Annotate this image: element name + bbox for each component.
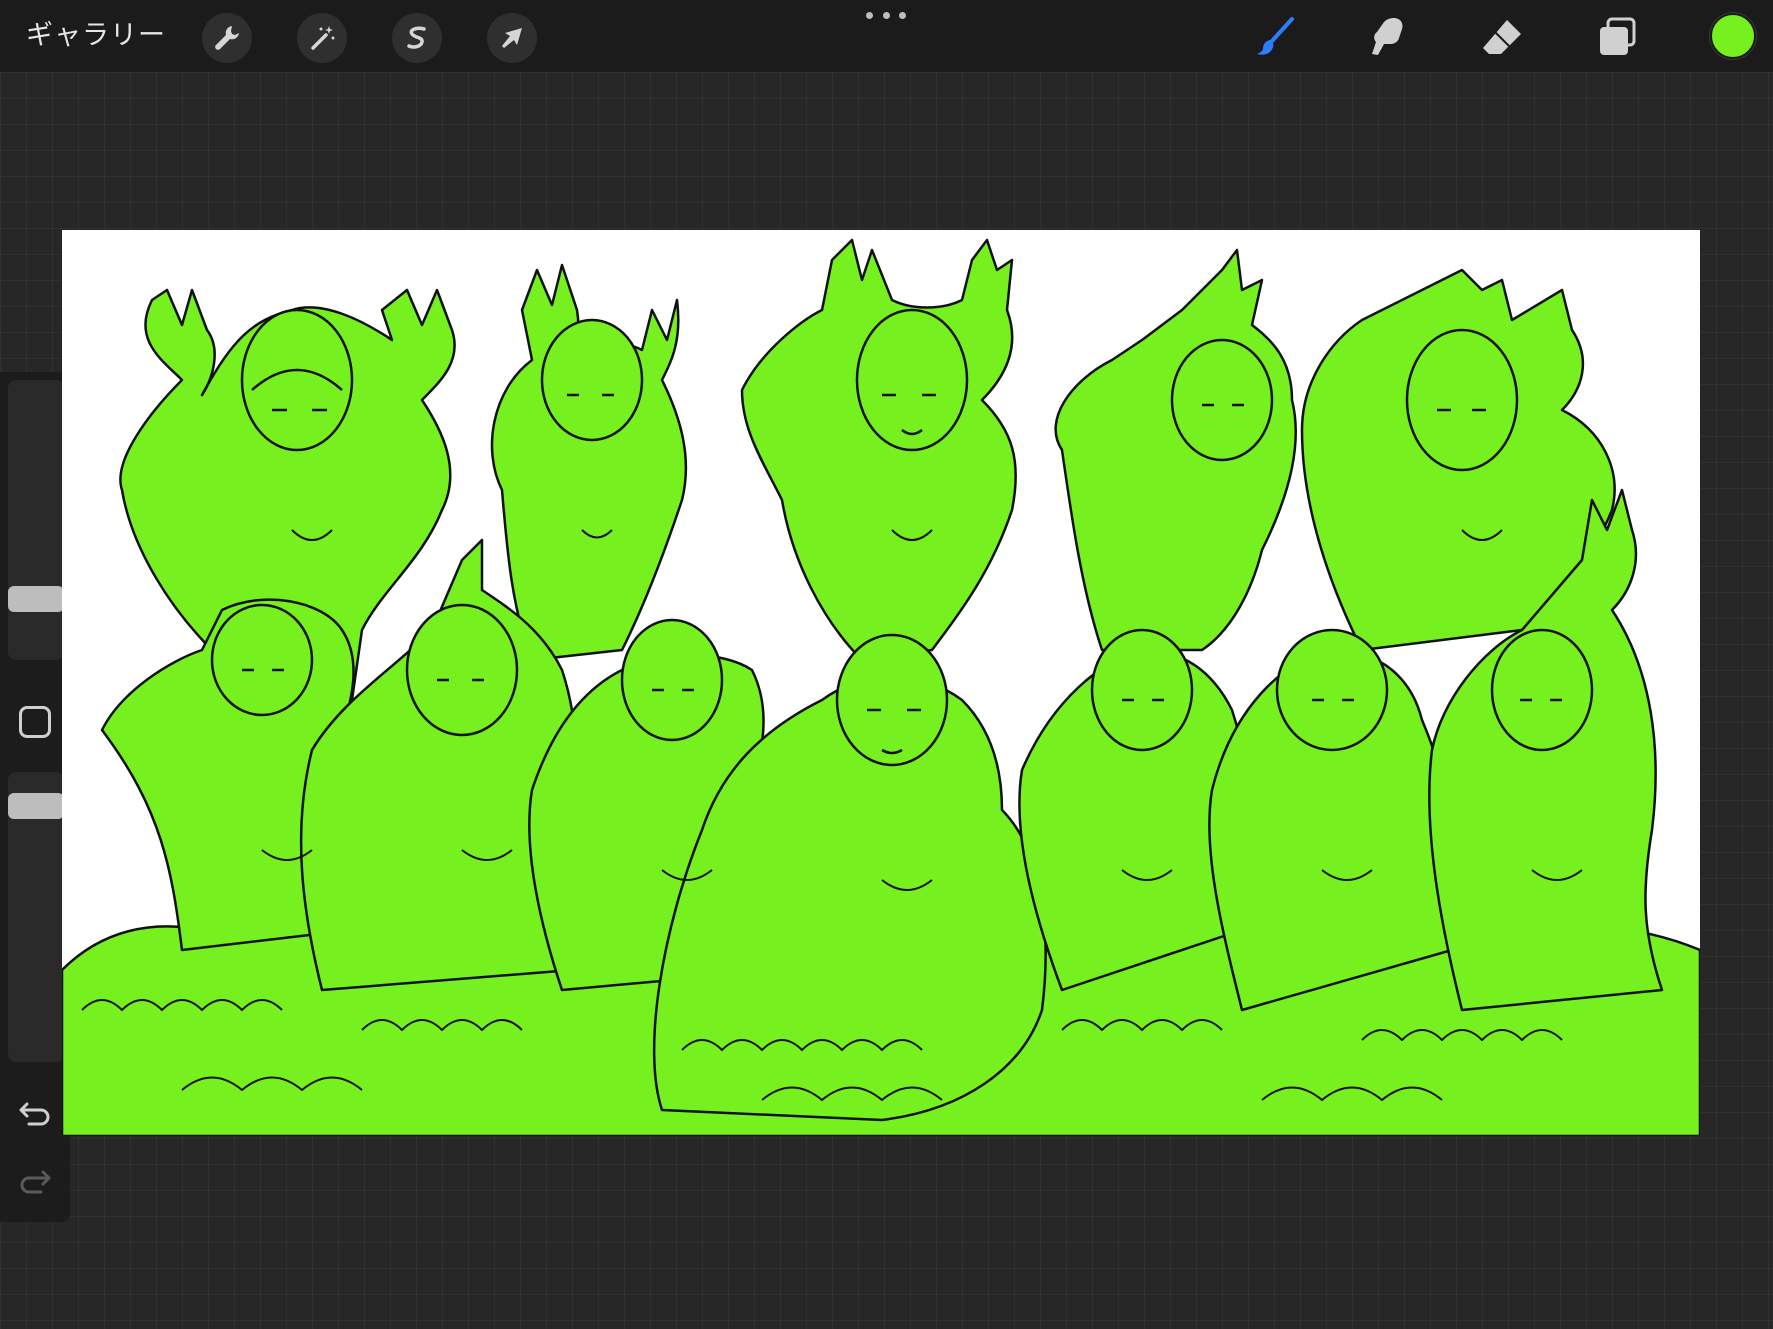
eraser-tool-button[interactable] [1475, 12, 1529, 62]
eraser-icon [1483, 20, 1521, 54]
more-options-handle[interactable] [866, 8, 906, 22]
gallery-button[interactable]: ギャラリー [26, 16, 166, 56]
adjustments-button[interactable] [297, 13, 347, 63]
left-sidebar [0, 372, 70, 1222]
wrench-icon [215, 26, 239, 50]
selection-s-icon [407, 26, 426, 49]
top-toolbar: ギャラリー [0, 0, 1773, 72]
magic-wand-icon [311, 26, 335, 50]
selection-button[interactable] [392, 13, 442, 63]
drawing-canvas[interactable] [62, 230, 1700, 1136]
dot-icon [866, 11, 873, 19]
layers-button[interactable] [1590, 12, 1644, 62]
figure-top-2 [490, 263, 688, 662]
actions-button[interactable] [202, 13, 252, 63]
brush-icon [1257, 17, 1294, 55]
arrow-cursor-icon [502, 28, 522, 48]
brush-tool-button[interactable] [1248, 12, 1302, 62]
dot-icon [899, 11, 906, 19]
brush-size-slider[interactable] [8, 380, 64, 660]
figure-top-center [740, 238, 1017, 662]
figure-top-4 [1054, 248, 1297, 652]
smudge-tool-button[interactable] [1360, 12, 1414, 62]
layers-icon [1600, 17, 1636, 55]
dot-icon [882, 11, 890, 19]
color-swatch[interactable] [1710, 13, 1756, 59]
opacity-slider-thumb[interactable] [8, 793, 64, 820]
transform-button[interactable] [487, 13, 537, 63]
smudge-finger-icon [1372, 18, 1403, 55]
figure-bottom-6 [1208, 628, 1457, 1012]
brush-size-slider-thumb[interactable] [8, 585, 64, 612]
modify-button[interactable] [19, 706, 51, 738]
redo-icon[interactable] [17, 1162, 53, 1198]
undo-icon[interactable] [17, 1094, 53, 1130]
artwork-illustration [62, 238, 1700, 1136]
